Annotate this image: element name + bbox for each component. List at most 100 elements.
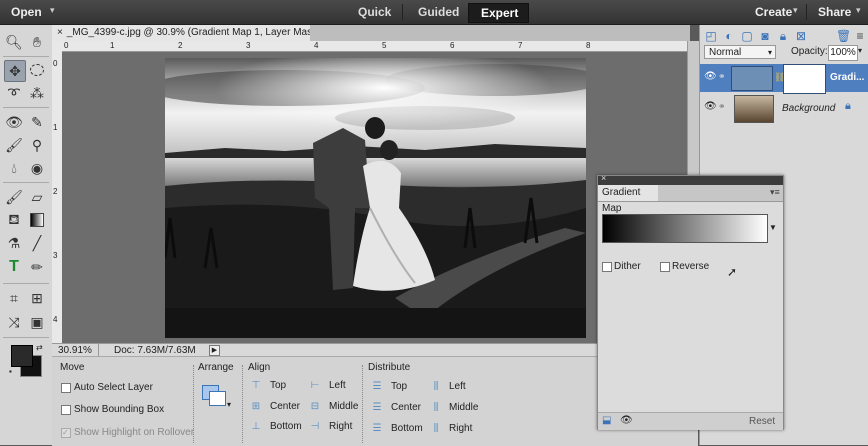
add-mask-icon[interactable]: ◙	[758, 29, 772, 43]
align-left-label[interactable]: Left	[329, 380, 346, 391]
open-menu[interactable]: Open	[11, 5, 42, 19]
reverse-checkbox[interactable]	[660, 262, 670, 272]
reset-button[interactable]: Reset	[749, 416, 775, 427]
link-icon[interactable]: ⚭	[718, 101, 726, 112]
lock-layer-icon[interactable]: 🔒︎	[845, 100, 851, 113]
blend-mode-select[interactable]: Normal ▾	[704, 45, 776, 59]
brush-tool-icon[interactable]: 🖌︎	[4, 187, 24, 207]
photo-thumbnail[interactable]	[734, 95, 774, 123]
dither-checkbox[interactable]	[602, 262, 612, 272]
mode-expert[interactable]: Expert	[468, 3, 529, 23]
chevron-down-icon[interactable]: ▾	[793, 5, 798, 16]
panel-title-bar[interactable]: ×	[598, 173, 783, 185]
eye-icon[interactable]: 👁︎	[704, 71, 717, 82]
spot-healing-tool-icon[interactable]: ✎	[27, 112, 47, 132]
show-bounding-checkbox[interactable]	[61, 405, 71, 415]
custom-shape-tool-icon[interactable]: ╱	[27, 233, 47, 253]
gradient-tool-icon[interactable]	[27, 210, 47, 230]
layer-name[interactable]: Gradi...	[830, 72, 864, 83]
distribute-right-label[interactable]: Right	[449, 423, 472, 434]
show-highlight-checkbox[interactable]: ✓	[61, 428, 71, 438]
red-eye-tool-icon[interactable]: 👁︎	[4, 112, 24, 132]
lock-all-icon[interactable]: ⊠	[794, 29, 808, 43]
panel-menu-icon[interactable]: ▾≡	[770, 187, 780, 198]
align-bottom-label[interactable]: Bottom	[270, 421, 302, 432]
blur-tool-icon[interactable]: 💧︎	[4, 158, 24, 178]
clip-to-layer-icon[interactable]: ⬓	[602, 415, 611, 426]
eye-icon[interactable]: 👁︎	[704, 101, 717, 112]
smart-brush-tool-icon[interactable]: 🖌︎	[4, 135, 24, 155]
straighten-tool-icon[interactable]: ⤨	[4, 312, 24, 332]
play-icon[interactable]: ▶	[209, 345, 220, 356]
content-aware-move-tool-icon[interactable]: ▣	[27, 312, 47, 332]
distribute-bottom-label[interactable]: Bottom	[391, 423, 423, 434]
panel-menu-icon[interactable]: ≡	[853, 29, 867, 43]
new-layer-icon[interactable]: ◰	[704, 29, 718, 43]
chevron-down-icon[interactable]: ▾	[858, 46, 862, 55]
align-middle-icon[interactable]: ⊟	[309, 401, 321, 412]
document-tab[interactable]: × _MG_4399-c.jpg @ 30.9% (Gradient Map 1,…	[52, 25, 311, 41]
align-center-label[interactable]: Center	[270, 401, 300, 412]
distribute-center-label[interactable]: Center	[391, 402, 421, 413]
auto-select-checkbox[interactable]	[61, 383, 71, 393]
create-menu[interactable]: Create	[755, 5, 792, 19]
close-icon[interactable]: ×	[52, 27, 67, 38]
mode-quick[interactable]: Quick	[346, 3, 403, 21]
mask-thumbnail[interactable]	[783, 64, 826, 94]
gradient-picker[interactable]	[602, 214, 768, 243]
chevron-down-icon[interactable]: ▾	[227, 400, 231, 409]
new-group-icon[interactable]: ▢	[740, 29, 754, 43]
distribute-left-icon[interactable]: ⫼	[430, 381, 442, 392]
eyedropper-tool-icon[interactable]: ⚗︎	[4, 233, 24, 253]
paint-bucket-tool-icon[interactable]: ⛾	[4, 210, 24, 230]
distribute-center-icon[interactable]: ☰	[371, 402, 383, 413]
distribute-middle-icon[interactable]: ⫼	[430, 402, 442, 413]
pencil-tool-icon[interactable]: ✏︎	[27, 257, 47, 277]
close-icon[interactable]: ×	[601, 173, 606, 183]
opacity-input[interactable]: 100%	[828, 45, 858, 61]
adjustment-thumbnail[interactable]	[731, 66, 773, 91]
new-fill-layer-icon[interactable]: ◐	[722, 29, 736, 43]
zoom-tool-icon[interactable]: 🔍︎	[4, 32, 24, 52]
distribute-top-label[interactable]: Top	[391, 381, 407, 392]
swap-colors-icon[interactable]: ⇄	[36, 343, 43, 352]
move-tool-icon[interactable]: ✥	[4, 60, 26, 82]
align-right-label[interactable]: Right	[329, 421, 352, 432]
hand-tool-icon[interactable]: ✋︎	[27, 32, 47, 52]
align-top-label[interactable]: Top	[270, 380, 286, 391]
marquee-tool-icon[interactable]	[27, 60, 47, 80]
layer-name[interactable]: Background	[782, 103, 835, 114]
layer-row-background[interactable]: 👁︎ ⚭ Background 🔒︎	[700, 94, 868, 123]
chevron-down-icon[interactable]: ▾	[50, 5, 55, 16]
arrange-icon-front[interactable]	[209, 391, 226, 406]
type-tool-icon[interactable]: T	[4, 257, 24, 277]
foreground-color-swatch[interactable]	[11, 345, 33, 367]
chevron-down-icon[interactable]: ▾	[856, 5, 861, 16]
distribute-top-icon[interactable]: ☰	[371, 381, 383, 392]
reset-colors-icon[interactable]: ▪	[9, 367, 12, 376]
photo-canvas[interactable]	[165, 58, 586, 338]
crop-tool-icon[interactable]: ⌗	[4, 288, 24, 308]
align-top-icon[interactable]: ⊤	[250, 380, 262, 391]
distribute-bottom-icon[interactable]: ☰	[371, 423, 383, 434]
lock-icon[interactable]: 🔒︎	[776, 29, 790, 43]
trash-icon[interactable]: 🗑︎	[836, 29, 851, 43]
chevron-down-icon[interactable]: ▼	[769, 223, 777, 232]
align-center-icon[interactable]: ⊞	[250, 401, 262, 412]
sponge-tool-icon[interactable]: ◉	[27, 158, 47, 178]
visibility-icon[interactable]: 👁︎	[620, 415, 633, 426]
align-left-icon[interactable]: ⊢	[309, 380, 321, 391]
quick-selection-tool-icon[interactable]: ⁂	[27, 83, 47, 103]
align-bottom-icon[interactable]: ⊥	[250, 421, 262, 432]
link-icon[interactable]: ⚭	[718, 71, 726, 82]
share-menu[interactable]: Share	[818, 5, 851, 19]
distribute-left-label[interactable]: Left	[449, 381, 466, 392]
distribute-middle-label[interactable]: Middle	[449, 402, 478, 413]
layer-row-gradient-map[interactable]: 👁︎ ⚭ ⛓︎ Gradi...	[700, 64, 868, 94]
lasso-tool-icon[interactable]: ➰︎	[4, 83, 24, 103]
align-middle-label[interactable]: Middle	[329, 401, 358, 412]
eraser-tool-icon[interactable]: ▱	[27, 187, 47, 207]
gradient-map-tab[interactable]: Gradient Map	[598, 185, 658, 214]
clone-stamp-tool-icon[interactable]: ⚲	[27, 135, 47, 155]
recompose-tool-icon[interactable]: ⊞	[27, 288, 47, 308]
